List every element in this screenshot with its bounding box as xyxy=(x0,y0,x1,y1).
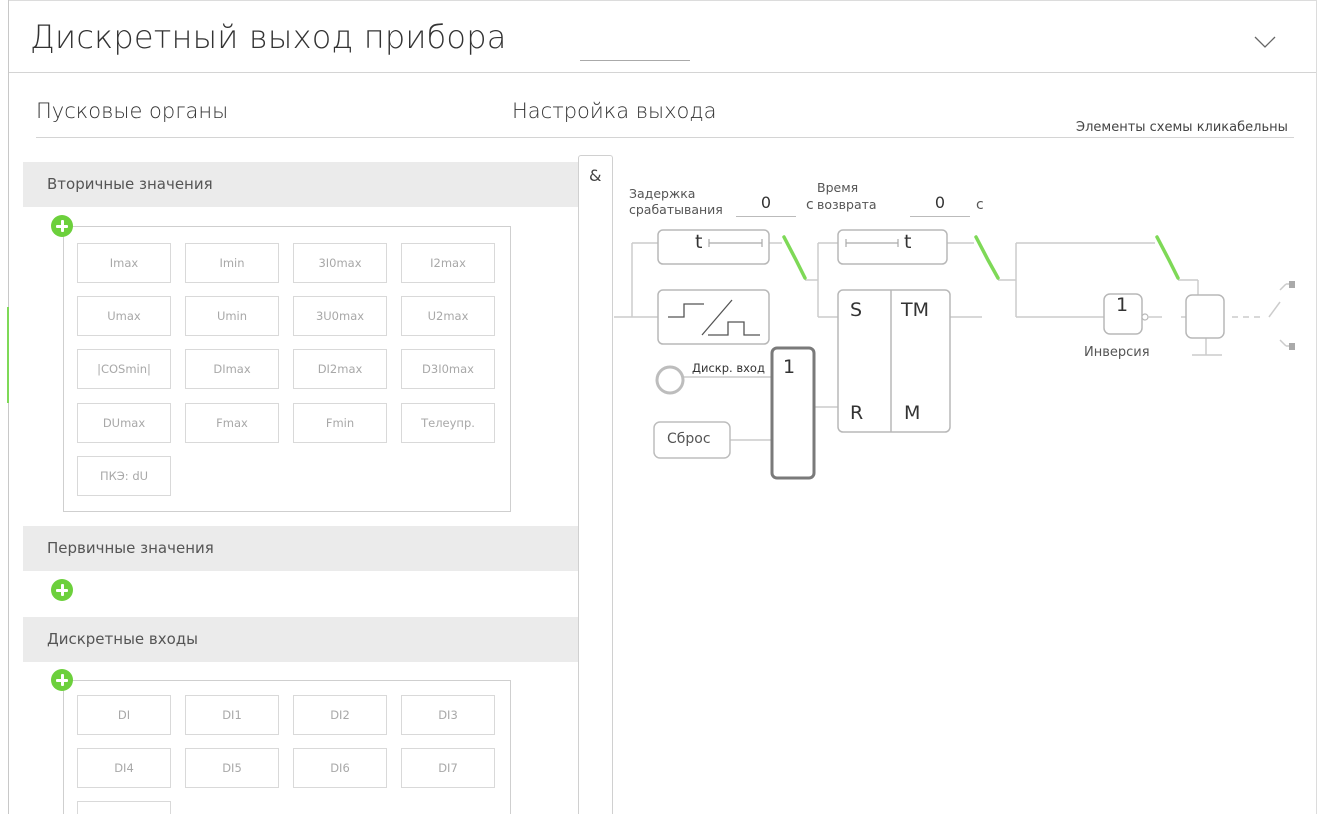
discrete-input-chip[interactable]: DI1 xyxy=(185,695,279,735)
pickup-timer-t: t xyxy=(695,231,703,253)
clickable-hint: Элементы схемы кликабельны xyxy=(1076,120,1288,135)
trigger-chip[interactable]: 3I0max xyxy=(293,243,387,283)
trigger-chip[interactable]: Imin xyxy=(185,243,279,283)
contact-terminal-icon xyxy=(1289,281,1295,288)
page-title: Дискретный выход прибора xyxy=(30,18,507,56)
pickup-delay-unit: с xyxy=(806,197,814,213)
trigger-chip[interactable]: Umin xyxy=(185,296,279,336)
discrete-input-chip[interactable]: DI4 xyxy=(77,748,171,788)
pickup-delay-value[interactable]: 0 xyxy=(736,193,796,217)
trigger-chip[interactable]: DUmax xyxy=(77,403,171,443)
discrete-input-connector[interactable] xyxy=(655,365,685,395)
pickup-delay-label-1: Задержка xyxy=(629,186,696,201)
output-relay-block[interactable] xyxy=(1185,294,1225,339)
scroll-indicator xyxy=(7,307,9,403)
discrete-input-chip-empty[interactable] xyxy=(77,801,171,814)
return-delay-value[interactable]: 0 xyxy=(910,193,970,217)
sr-tm-label: TM xyxy=(901,299,929,321)
trigger-chip[interactable]: I2max xyxy=(401,243,495,283)
discrete-input-chip[interactable]: DI6 xyxy=(293,748,387,788)
chevron-down-icon xyxy=(1254,36,1276,48)
pickup-delay-label-2: срабатывания xyxy=(629,202,723,217)
trigger-chip[interactable]: Fmax xyxy=(185,403,279,443)
add-discrete-button[interactable] xyxy=(51,669,73,691)
and-gate-label: & xyxy=(589,166,602,185)
pickup-delay-block[interactable] xyxy=(657,229,770,265)
triggers-title: Пусковые органы xyxy=(36,99,229,123)
return-delay-label-2: возврата xyxy=(817,197,877,212)
output-name-input[interactable] xyxy=(580,37,690,61)
add-primary-button[interactable] xyxy=(51,579,73,601)
discrete-input-chip[interactable]: DI5 xyxy=(185,748,279,788)
trigger-chip[interactable]: ПКЭ: dU xyxy=(77,456,171,496)
return-delay-block[interactable] xyxy=(837,229,948,265)
add-secondary-button[interactable] xyxy=(51,215,73,237)
reset-label: Сброс xyxy=(667,431,711,447)
page-header: Дискретный выход прибора xyxy=(9,1,1316,73)
section-divider xyxy=(36,137,1294,138)
discrete-input-chip[interactable]: DI7 xyxy=(401,748,495,788)
trigger-chip[interactable]: DImax xyxy=(185,349,279,389)
or-gate-label: 1 xyxy=(783,356,796,378)
and-gate-tab[interactable]: & xyxy=(578,155,613,814)
inversion-gate-label: 1 xyxy=(1116,294,1129,316)
trigger-chip[interactable]: U2max xyxy=(401,296,495,336)
logic-diagram: Задержка срабатывания 0 с Время возврата… xyxy=(614,150,1314,510)
return-delay-label-1: Время xyxy=(817,180,859,195)
trigger-chip[interactable]: Umax xyxy=(77,296,171,336)
trigger-chip[interactable]: D3I0max xyxy=(401,349,495,389)
trigger-chip[interactable]: DI2max xyxy=(293,349,387,389)
group-secondary-header[interactable]: Вторичные значения xyxy=(23,162,578,207)
contact-terminal-icon xyxy=(1289,343,1295,350)
inversion-label: Инверсия xyxy=(1084,345,1150,360)
trigger-chip[interactable]: Imax xyxy=(77,243,171,283)
discrete-input-label: Дискр. вход xyxy=(692,361,765,375)
window-left-border xyxy=(8,0,9,814)
return-delay-unit: с xyxy=(976,197,984,213)
group-primary-header[interactable]: Первичные значения xyxy=(23,526,578,571)
discrete-input-chip[interactable]: DI2 xyxy=(293,695,387,735)
collapse-button[interactable] xyxy=(1245,21,1285,61)
discrete-input-chip[interactable]: DI xyxy=(77,695,171,735)
group-primary-title: Первичные значения xyxy=(47,539,214,557)
trigger-chip[interactable]: |COSmin| xyxy=(77,349,171,389)
discrete-inputs-grid: DI DI1 DI2 DI3 DI4 DI5 DI6 DI7 xyxy=(63,680,511,814)
group-secondary-title: Вторичные значения xyxy=(47,175,213,193)
trigger-chip[interactable]: Fmin xyxy=(293,403,387,443)
return-timer-t: t xyxy=(904,231,912,253)
group-discrete-title: Дискретные входы xyxy=(47,630,199,648)
trigger-chip[interactable]: Телеупр. xyxy=(401,403,495,443)
output-settings-title: Настройка выхода xyxy=(512,99,717,123)
sr-r-label: R xyxy=(850,402,864,424)
sr-s-label: S xyxy=(850,299,863,321)
discrete-input-chip[interactable]: DI3 xyxy=(401,695,495,735)
sr-m-label: M xyxy=(904,402,921,424)
group-discrete-header[interactable]: Дискретные входы xyxy=(23,617,578,662)
secondary-values-grid: Imax Imin 3I0max I2max Umax Umin 3U0max … xyxy=(63,226,511,512)
trigger-chip[interactable]: 3U0max xyxy=(293,296,387,336)
